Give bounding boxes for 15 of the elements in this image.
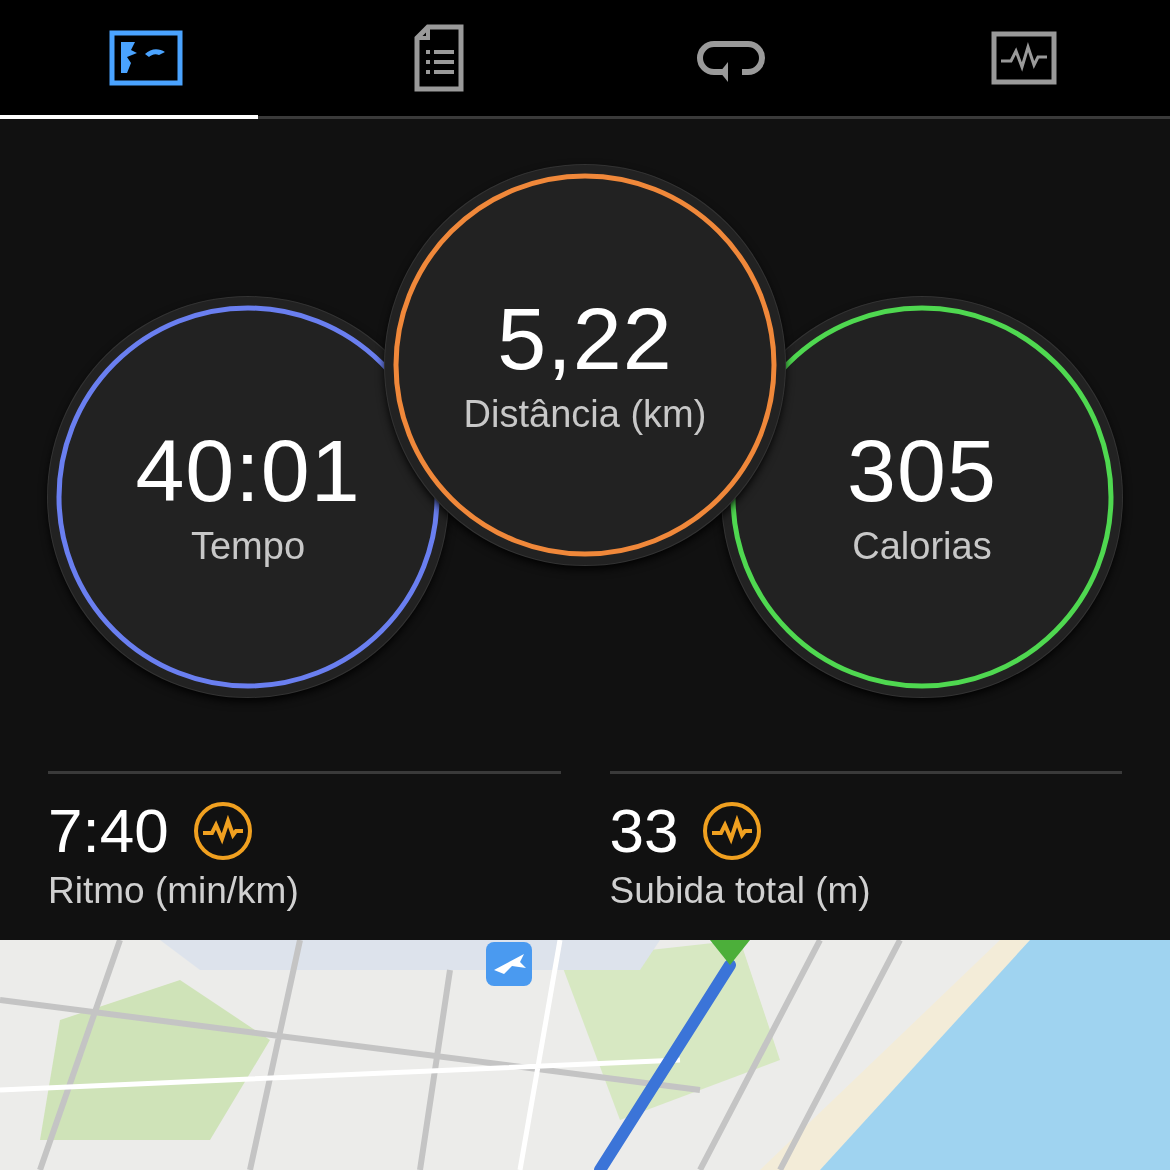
stat-value: 7:40 [48,800,169,862]
stat-label: Ritmo (min/km) [48,870,300,912]
ring-label: Tempo [190,524,306,568]
stat-value: 33 [609,800,679,862]
stat-label: Subida total (m) [609,870,872,912]
ring-label: Calorias [852,524,992,568]
ring-value: 5,22 [497,294,673,383]
activity-chart-icon [990,31,1057,85]
document-icon [413,24,464,92]
map-icon [109,30,184,86]
heart-rate-icon [702,801,763,861]
ring-label: Distância (km) [463,392,707,436]
heart-rate-icon [192,801,253,861]
ring-value: 305 [847,426,997,515]
ring-value: 40:01 [135,426,361,515]
